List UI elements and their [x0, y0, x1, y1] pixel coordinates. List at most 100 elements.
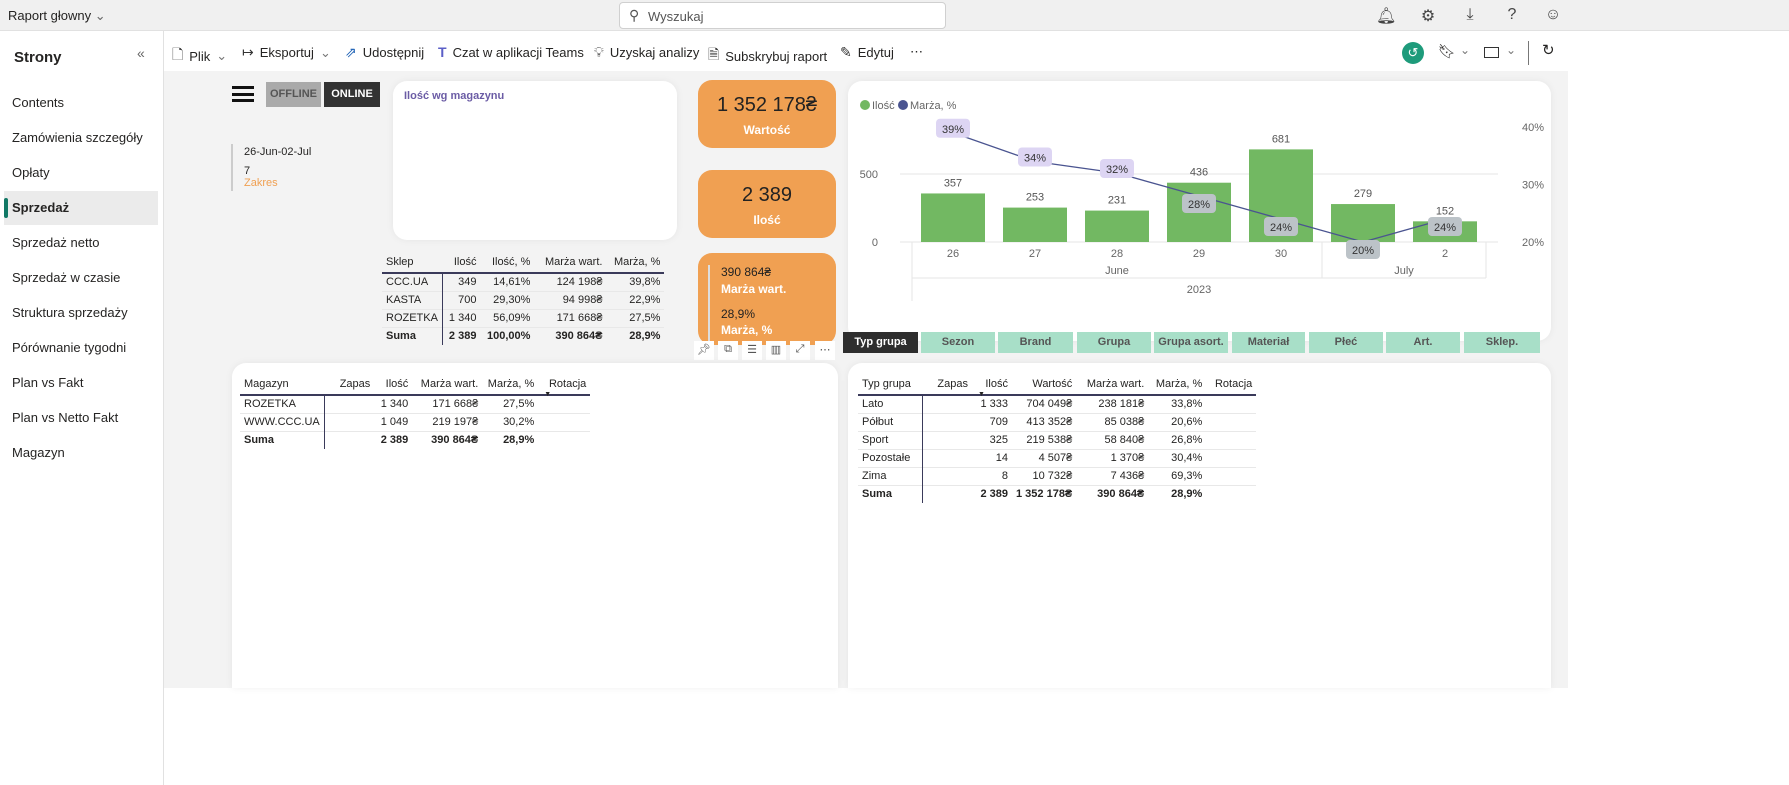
- pin-icon[interactable]: 📌︎: [694, 341, 714, 360]
- column-header[interactable]: Marża, %: [482, 371, 538, 395]
- online-button[interactable]: ONLINE: [324, 82, 380, 107]
- chevron-down-icon[interactable]: ⌄: [1506, 43, 1516, 57]
- sidebar-item[interactable]: Sprzedaż netto: [4, 226, 158, 260]
- type-group-table[interactable]: Typ grupa Zapas Ilość ▼ Wartość Marża wart. Ma…: [858, 371, 1257, 503]
- focus-mode-icon[interactable]: ⤢: [790, 341, 810, 360]
- slicer-tab[interactable]: Płeć: [1309, 332, 1383, 353]
- slicer-tab[interactable]: Grupa asort.: [1154, 332, 1228, 353]
- slicer-tab[interactable]: Sklep.: [1464, 332, 1540, 353]
- table-row[interactable]: Pozostałe 14 4 507₴ 1 370₴ 30,4%: [858, 449, 1257, 467]
- sidebar-item[interactable]: Struktura sprzedaży: [4, 296, 158, 330]
- table-row[interactable]: Półbut 709 413 352₴ 85 038₴ 20,6%: [858, 413, 1257, 431]
- sidebar-item[interactable]: Sprzedaż w czasie: [4, 261, 158, 295]
- column-header[interactable]: Ilość, %: [480, 249, 534, 273]
- column-header[interactable]: Rotacja: [1206, 371, 1256, 395]
- column-header[interactable]: Typ grupa: [858, 371, 922, 395]
- export-menu[interactable]: ↦ Eksportuj ⌄: [242, 44, 331, 61]
- table-row[interactable]: WWW.CCC.UA 1 049 219 197₴ 30,2%: [240, 413, 591, 431]
- format-visual-icon[interactable]: ▥: [766, 341, 786, 360]
- warehouse-table[interactable]: Magazyn Zapas Ilość Marża wart. Marża, % Rota…: [240, 371, 591, 449]
- insights-button[interactable]: 💡︎ Uzyskaj analizy: [594, 44, 699, 61]
- sidebar-item[interactable]: Zamówienia szczegóły: [4, 121, 158, 155]
- reset-icon[interactable]: ↺: [1402, 42, 1424, 64]
- subscribe-button[interactable]: 🗎 Subskrybuj raport: [708, 44, 827, 68]
- gear-icon[interactable]: ⚙: [1418, 6, 1438, 26]
- table-row[interactable]: Lato 1 333 704 049₴ 238 181₴ 33,8%: [858, 395, 1257, 413]
- sidebar-item[interactable]: Magazyn: [4, 436, 158, 470]
- kpi-card-margin: 390 864₴ Marża wart. 28,9% Marża, %: [698, 253, 836, 345]
- bar-data-label: 253: [1026, 192, 1044, 204]
- search-input[interactable]: ⚲ Wyszukaj: [619, 2, 946, 29]
- bar[interactable]: [1003, 207, 1067, 242]
- column-header[interactable]: Ilość: [442, 249, 480, 273]
- slicer-tab[interactable]: Sezon: [921, 332, 995, 353]
- column-header[interactable]: Marża wart.: [412, 371, 482, 395]
- sidebar-item[interactable]: Pórównanie tygodni: [4, 331, 158, 365]
- column-header[interactable]: Zapas: [922, 371, 972, 395]
- table-row[interactable]: Zima 8 10 732₴ 7 436₴ 69,3%: [858, 467, 1257, 485]
- legend-label[interactable]: Marża, %: [910, 100, 957, 112]
- view-icon[interactable]: [1484, 47, 1499, 58]
- bookmark-icon[interactable]: 🔖︎: [1438, 43, 1456, 60]
- table-row[interactable]: ROZETKA 1 340 56,09% 171 668₴ 27,5%: [382, 309, 665, 327]
- table-header-row: Sklep Ilość Ilość, % Marża wart. Marża, %: [382, 249, 665, 273]
- sidebar-item[interactable]: Sprzedaż: [4, 191, 158, 225]
- slicer-tab[interactable]: Typ grupa: [843, 332, 918, 353]
- total-cell: 390 864₴: [1097, 488, 1145, 501]
- column-header[interactable]: Zapas: [324, 371, 374, 395]
- feedback-icon[interactable]: ☺: [1543, 6, 1563, 26]
- help-icon[interactable]: ?: [1502, 6, 1522, 26]
- table-row[interactable]: Sport 325 219 538₴ 58 840₴ 26,8%: [858, 431, 1257, 449]
- slicer-tab[interactable]: Grupa: [1077, 332, 1151, 353]
- column-header[interactable]: Marża wart.: [534, 249, 606, 273]
- search-icon: ⚲: [629, 7, 640, 23]
- column-header[interactable]: Ilość ▼: [972, 371, 1012, 398]
- collapse-pane-icon[interactable]: «: [137, 45, 145, 61]
- bar[interactable]: [921, 193, 985, 242]
- sidebar-item[interactable]: Contents: [4, 86, 158, 120]
- table-row[interactable]: KASTA 700 29,30% 94 998₴ 22,9%: [382, 291, 665, 309]
- slicer-tab[interactable]: Materiał: [1232, 332, 1305, 353]
- more-options-button[interactable]: ⋯: [910, 44, 923, 60]
- total-cell: 390 864₴: [555, 330, 603, 343]
- bar[interactable]: [1085, 210, 1149, 242]
- edit-button[interactable]: ✎ Edytuj: [840, 44, 894, 61]
- table-cell: 30,2%: [503, 416, 535, 428]
- table-row[interactable]: CCC.UA 349 14,61% 124 198₴ 39,8%: [382, 273, 665, 291]
- slicer-tab[interactable]: Art.: [1386, 332, 1460, 353]
- store-table[interactable]: Sklep Ilość Ilość, % Marża wart. Marża, % CCC…: [382, 249, 665, 345]
- qty-margin-chart[interactable]: 0 500 20% 30% 40% Ilość Marża, % 357 26 253 27 231 2…: [848, 81, 1551, 341]
- file-menu[interactable]: 🗋 Plik ⌄: [172, 44, 227, 68]
- column-header[interactable]: Marża, %: [1148, 371, 1206, 395]
- refresh-icon[interactable]: ↻: [1542, 41, 1555, 59]
- column-header[interactable]: Marża wart.: [1076, 371, 1148, 395]
- column-header[interactable]: Magazyn: [240, 371, 324, 395]
- warehouse-qty-visual[interactable]: Ilość wg magazynu: [393, 81, 677, 240]
- legend-label[interactable]: Ilość: [872, 100, 895, 112]
- table-cell: 33,8%: [1171, 398, 1203, 411]
- warehouse-table-card: Magazyn Zapas Ilość Marża wart. Marża, % Rota…: [232, 363, 838, 688]
- column-header[interactable]: Sklep: [382, 249, 442, 273]
- sidebar-item[interactable]: Opłaty: [4, 156, 158, 190]
- copy-icon[interactable]: ⧉: [718, 341, 738, 360]
- offline-button[interactable]: OFFLINE: [266, 82, 321, 107]
- filter-icon[interactable]: ☰: [742, 341, 762, 360]
- share-button[interactable]: ⇗ Udostępnij: [345, 44, 424, 61]
- report-title-dropdown[interactable]: Raport głowny ⌄: [8, 8, 106, 24]
- sidebar-item[interactable]: Plan vs Fakt: [4, 366, 158, 400]
- chevron-down-icon[interactable]: ⌄: [1460, 43, 1470, 57]
- bell-icon[interactable]: 🔔︎: [1376, 6, 1396, 26]
- hamburger-menu-icon[interactable]: [232, 86, 254, 102]
- column-header[interactable]: Rotacja ▼: [538, 371, 590, 398]
- column-header[interactable]: Marża, %: [606, 249, 664, 273]
- column-header[interactable]: Ilość: [374, 371, 412, 395]
- line-data-label: 32%: [1106, 164, 1128, 176]
- table-row[interactable]: ROZETKA 1 340 171 668₴ 27,5%: [240, 395, 591, 413]
- sidebar-item[interactable]: Plan vs Netto Fakt: [4, 401, 158, 435]
- download-icon[interactable]: ⤓: [1460, 6, 1480, 26]
- more-options-icon[interactable]: ⋯: [815, 341, 835, 360]
- teams-chat-button[interactable]: T Czat w aplikacji Teams: [438, 44, 584, 60]
- slicer-tab[interactable]: Brand: [998, 332, 1073, 353]
- x-year-label: 2023: [1187, 284, 1211, 296]
- column-header[interactable]: Wartość: [1012, 371, 1076, 395]
